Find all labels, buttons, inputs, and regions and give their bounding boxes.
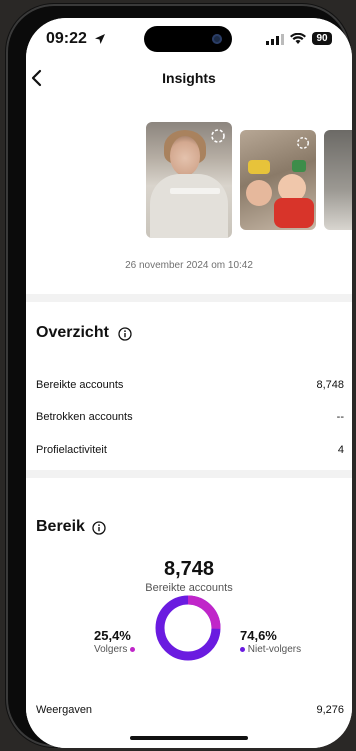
- phone-frame: 09:22 90 Insights 26 november 2024 om 10…: [6, 4, 352, 748]
- thumbnail-face: [170, 136, 200, 176]
- info-icon[interactable]: [92, 521, 106, 535]
- thumbnail-toy: [248, 160, 270, 174]
- reach-title: Bereik: [36, 518, 85, 535]
- info-icon[interactable]: [118, 327, 132, 341]
- reach-total-label: Bereikte accounts: [145, 582, 233, 594]
- followers-dot: [130, 646, 136, 652]
- cellular-signal-icon: [266, 34, 284, 45]
- loading-spinner-icon: [297, 137, 309, 149]
- location-arrow-icon: [95, 34, 105, 44]
- views-label: Weergaven: [36, 704, 93, 716]
- loading-spinner-icon: [211, 129, 225, 143]
- post-timestamp: 26 november 2024 om 10:42: [125, 260, 253, 271]
- reach-total: 8,748: [163, 558, 215, 580]
- thumbnail-toy: [292, 160, 306, 172]
- media-thumbnail[interactable]: [240, 130, 316, 230]
- overview-section: Overzicht Bereikte accounts 8,748 Betrok…: [26, 302, 352, 470]
- media-thumbnail-selected[interactable]: [146, 122, 232, 238]
- overview-row-label: Profielactiviteit: [36, 444, 107, 456]
- reach-donut-chart: [155, 595, 221, 661]
- page-title: Insights: [162, 70, 216, 86]
- battery-icon: 90: [312, 32, 332, 45]
- camera-icon: [212, 34, 222, 44]
- overview-row-value: 4: [337, 444, 344, 456]
- nav-bar: Insights: [26, 62, 352, 96]
- thumbnail-child: [246, 180, 272, 206]
- thumbnail-caption: [170, 188, 220, 194]
- non-followers-legend: Niet-volgers: [240, 644, 301, 655]
- non-followers-label: Niet-volgers: [247, 644, 302, 655]
- overview-row-label: Bereikte accounts: [36, 379, 124, 391]
- wifi-icon: [290, 33, 306, 44]
- views-value: 9,276: [316, 704, 344, 716]
- overview-row-label: Betrokken accounts: [36, 411, 133, 423]
- followers-percentage: 25,4%: [94, 628, 131, 643]
- non-followers-percentage: 74,6%: [240, 628, 277, 643]
- non-followers-dot: [240, 646, 245, 652]
- thumbnail-shirt: [274, 198, 314, 228]
- screen: 09:22 90 Insights 26 november 2024 om 10…: [26, 18, 352, 748]
- status-time: 09:22: [46, 30, 87, 47]
- home-indicator: [130, 736, 248, 740]
- media-card: 26 november 2024 om 10:42: [26, 96, 352, 294]
- overview-row-value: --: [336, 411, 344, 423]
- overview-row-value: 8,748: [316, 379, 344, 391]
- thumbnail-body: [150, 174, 228, 238]
- reach-section: Bereik 8,748 Bereikte accounts 25,4% Vol…: [26, 478, 352, 748]
- dynamic-island: [144, 26, 232, 52]
- followers-legend: Volgers: [94, 644, 136, 655]
- status-bar: 09:22 90: [26, 18, 352, 62]
- followers-label: Volgers: [94, 644, 128, 655]
- overview-title: Overzicht: [36, 324, 109, 341]
- media-thumbnail[interactable]: [324, 130, 352, 230]
